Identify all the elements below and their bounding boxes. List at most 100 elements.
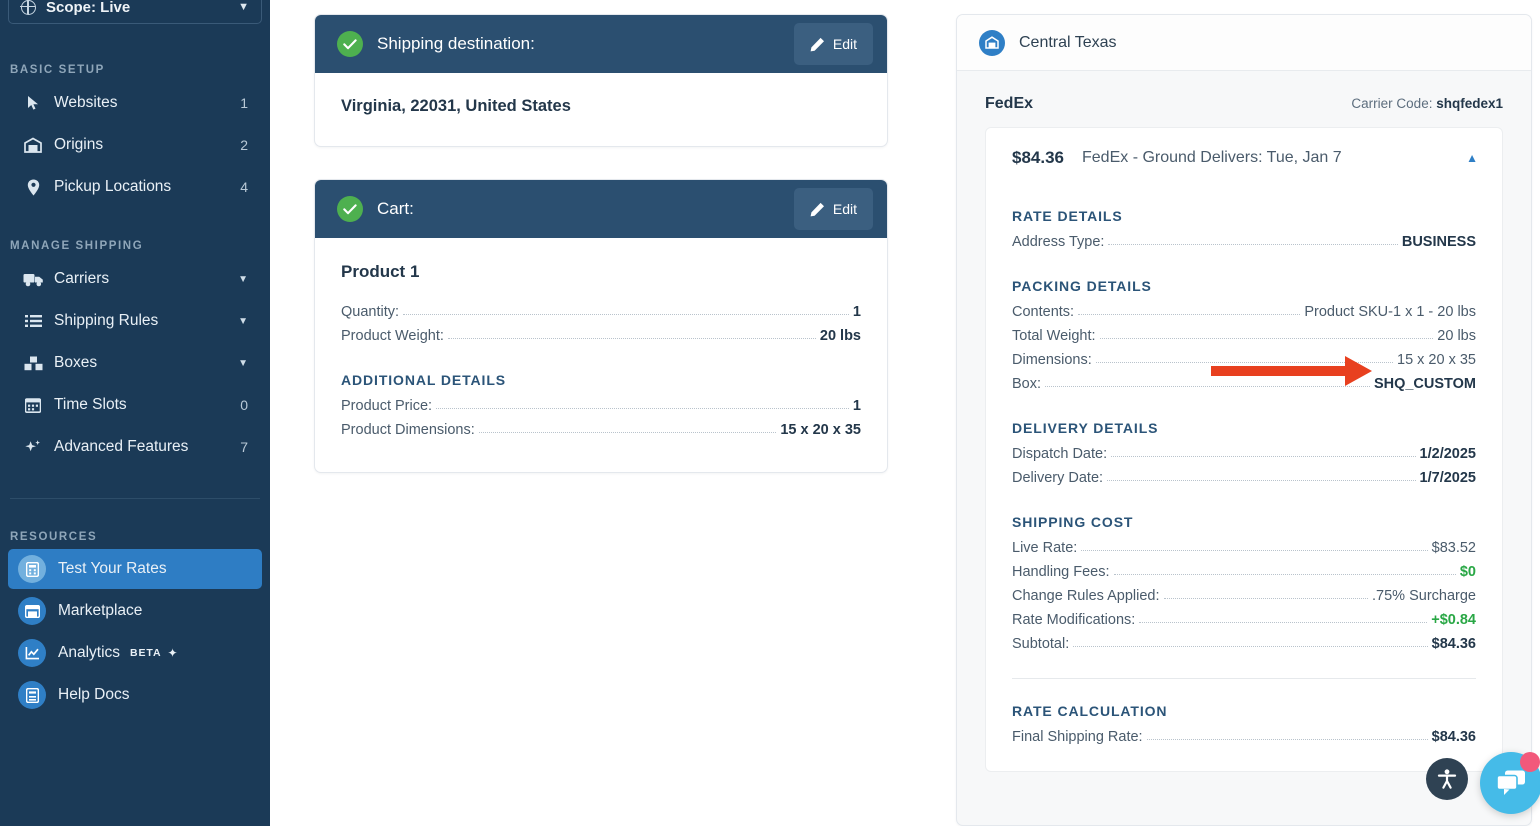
shipping-destination-card: Shipping destination: Edit Virginia, 220… xyxy=(314,14,888,147)
sidebar-item-carriers[interactable]: Carriers ▼ xyxy=(8,258,262,300)
chat-widget-button[interactable] xyxy=(1480,752,1540,814)
sparkle-star-icon xyxy=(22,437,44,457)
detail-row: Delivery Date: 1/7/2025 xyxy=(1012,466,1476,490)
cart-card: Cart: Edit Product 1 Quantity: 1 Product… xyxy=(314,179,888,473)
warehouse-icon xyxy=(979,30,1005,56)
detail-row: Change Rules Applied: .75% Surcharge xyxy=(1012,584,1476,608)
product-name: Product 1 xyxy=(341,262,861,282)
sidebar-item-count: 1 xyxy=(240,95,248,111)
chat-notification-badge xyxy=(1520,752,1540,772)
carrier-name: FedEx xyxy=(985,95,1033,113)
sidebar-item-origins[interactable]: Origins 2 xyxy=(8,124,262,166)
row-value: $83.52 xyxy=(1432,540,1476,556)
row-value: SHQ_CUSTOM xyxy=(1374,376,1476,392)
sidebar-divider xyxy=(10,498,260,499)
row-label: Delivery Date: xyxy=(1012,470,1103,486)
sidebar-item-shipping-rules[interactable]: Shipping Rules ▼ xyxy=(8,300,262,342)
leader-dots xyxy=(436,408,849,409)
sidebar-item-label: Shipping Rules xyxy=(54,312,238,330)
carrier-code-label: Carrier Code: xyxy=(1351,96,1432,111)
row-value: .75% Surcharge xyxy=(1372,588,1476,604)
row-value: 1/2/2025 xyxy=(1420,446,1476,462)
detail-row: Rate Modifications: +$0.84 xyxy=(1012,608,1476,632)
detail-row: Dispatch Date: 1/2/2025 xyxy=(1012,442,1476,466)
list-icon xyxy=(22,311,44,331)
boxes-icon xyxy=(22,353,44,373)
chevron-down-icon: ▼ xyxy=(238,1,249,13)
row-value: 1 xyxy=(853,398,861,414)
card-body: Product 1 Quantity: 1 Product Weight: 20… xyxy=(315,238,887,472)
chevron-down-icon: ▼ xyxy=(238,274,248,285)
row-value: 15 x 20 x 35 xyxy=(1397,352,1476,368)
carrier-line: FedEx Carrier Code: shqfedex1 xyxy=(985,95,1503,113)
detail-row: Subtotal: $84.36 xyxy=(1012,632,1476,656)
sidebar-section-resources-title: RESOURCES xyxy=(0,531,270,543)
calculator-icon xyxy=(18,555,46,583)
check-circle-icon xyxy=(337,31,363,57)
row-label: Contents: xyxy=(1012,304,1074,320)
sidebar-section-basic-setup-title: BASIC SETUP xyxy=(0,64,270,76)
sidebar-item-test-your-rates[interactable]: Test Your Rates xyxy=(8,549,262,589)
sidebar-item-label: Test Your Rates xyxy=(58,560,167,578)
chat-bubble-icon xyxy=(1495,769,1527,797)
sidebar-item-help-docs[interactable]: Help Docs xyxy=(8,675,262,715)
origin-name: Central Texas xyxy=(1019,34,1117,52)
leader-dots xyxy=(448,338,816,339)
sidebar-item-advanced-features[interactable]: Advanced Features 7 xyxy=(8,426,262,468)
warehouse-icon xyxy=(22,135,44,155)
sidebar-item-label: Help Docs xyxy=(58,686,130,704)
carrier-code-value: shqfedex1 xyxy=(1436,96,1503,111)
row-label: Dispatch Date: xyxy=(1012,446,1107,462)
chevron-up-icon[interactable]: ▲ xyxy=(1466,151,1478,165)
row-label: Change Rules Applied: xyxy=(1012,588,1160,604)
globe-icon xyxy=(21,0,36,15)
leader-dots xyxy=(403,314,849,315)
chevron-down-icon: ▼ xyxy=(238,358,248,369)
destination-value: Virginia, 22031, United States xyxy=(341,97,861,116)
leader-dots xyxy=(1139,622,1427,623)
section-divider xyxy=(1012,678,1476,679)
card-header: Cart: Edit xyxy=(315,180,887,238)
row-value: Product SKU-1 x 1 - 20 lbs xyxy=(1304,304,1476,320)
row-label: Subtotal: xyxy=(1012,636,1069,652)
origin-rate-card: Central Texas FedEx Carrier Code: shqfed… xyxy=(956,14,1532,826)
scope-selector[interactable]: Scope: Live ▼ xyxy=(8,0,262,24)
leader-dots xyxy=(479,432,777,433)
leader-dots xyxy=(1100,338,1434,339)
row-value: 20 lbs xyxy=(820,328,861,344)
row-label: Product Price: xyxy=(341,398,432,414)
edit-destination-button[interactable]: Edit xyxy=(794,23,873,65)
card-title: Shipping destination: xyxy=(377,34,794,54)
sidebar-item-label: Analytics xyxy=(58,644,120,662)
sidebar-item-count: 7 xyxy=(240,439,248,455)
rate-option-header[interactable]: $84.36 FedEx - Ground Delivers: Tue, Jan… xyxy=(986,128,1502,188)
edit-label: Edit xyxy=(833,36,857,52)
sidebar-item-boxes[interactable]: Boxes ▼ xyxy=(8,342,262,384)
map-pin-icon xyxy=(22,177,44,197)
leader-dots xyxy=(1107,480,1415,481)
sidebar-item-pickup-locations[interactable]: Pickup Locations 4 xyxy=(8,166,262,208)
sidebar-item-label: Carriers xyxy=(54,270,238,288)
row-label: Handling Fees: xyxy=(1012,564,1110,580)
row-label: Total Weight: xyxy=(1012,328,1096,344)
detail-row: Contents: Product SKU-1 x 1 - 20 lbs xyxy=(1012,300,1476,324)
additional-details-heading: ADDITIONAL DETAILS xyxy=(341,372,861,388)
sidebar-item-label: Pickup Locations xyxy=(54,178,240,196)
leader-dots xyxy=(1081,550,1427,551)
sidebar-item-websites[interactable]: Websites 1 xyxy=(8,82,262,124)
sidebar-item-time-slots[interactable]: Time Slots 0 xyxy=(8,384,262,426)
leader-dots xyxy=(1147,739,1428,740)
pencil-icon xyxy=(810,37,825,52)
rate-detail-body: RATE DETAILS Address Type: BUSINESS PACK… xyxy=(986,188,1502,749)
edit-cart-button[interactable]: Edit xyxy=(794,188,873,230)
row-label: Quantity: xyxy=(341,304,399,320)
accessibility-button[interactable] xyxy=(1426,758,1468,800)
card-title: Cart: xyxy=(377,199,794,219)
sidebar-item-analytics[interactable]: Analytics BETA ✦ xyxy=(8,633,262,673)
sidebar-item-marketplace[interactable]: Marketplace xyxy=(8,591,262,631)
beta-badge: BETA xyxy=(130,647,161,659)
origin-header: Central Texas xyxy=(957,15,1531,71)
edit-label: Edit xyxy=(833,201,857,217)
packing-details-heading: PACKING DETAILS xyxy=(1012,278,1476,294)
row-value: 20 lbs xyxy=(1437,328,1476,344)
